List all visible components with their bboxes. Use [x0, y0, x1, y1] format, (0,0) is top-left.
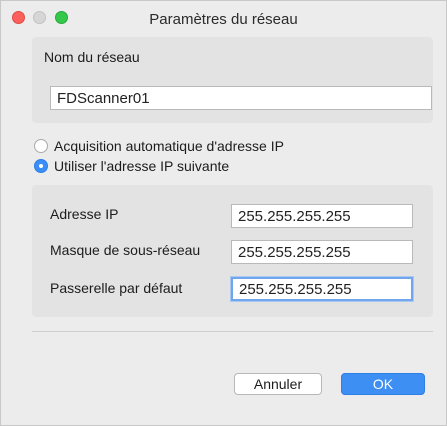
radio-button-selected-icon[interactable] — [34, 159, 48, 173]
radio-manual-ip[interactable]: Utiliser l'adresse IP suivante — [34, 156, 229, 176]
ip-address-input[interactable] — [231, 204, 413, 228]
gateway-input[interactable] — [231, 277, 413, 301]
subnet-mask-label: Masque de sous-réseau — [50, 242, 201, 258]
radio-manual-ip-label: Utiliser l'adresse IP suivante — [54, 158, 230, 174]
subnet-mask-input[interactable] — [231, 240, 413, 264]
cancel-button[interactable]: Annuler — [234, 373, 322, 395]
divider — [32, 331, 433, 332]
radio-button-unselected-icon[interactable] — [34, 139, 48, 153]
ip-settings-group: Adresse IP Masque de sous-réseau Passere… — [32, 185, 433, 317]
ok-button[interactable]: OK — [341, 373, 425, 395]
radio-auto-ip-label: Acquisition automatique d'adresse IP — [54, 138, 284, 154]
network-name-input[interactable] — [50, 86, 432, 110]
network-name-group: Nom du réseau — [32, 37, 433, 123]
window-title: Paramètres du réseau — [149, 11, 298, 28]
ip-address-label: Adresse IP — [50, 206, 119, 222]
title-bar: Paramètres du réseau — [1, 1, 446, 37]
network-name-label: Nom du réseau — [44, 49, 140, 65]
radio-auto-ip[interactable]: Acquisition automatique d'adresse IP — [34, 136, 284, 156]
gateway-label: Passerelle par défaut — [50, 280, 183, 296]
network-settings-window: Paramètres du réseau Nom du réseau Acqui… — [0, 0, 447, 426]
